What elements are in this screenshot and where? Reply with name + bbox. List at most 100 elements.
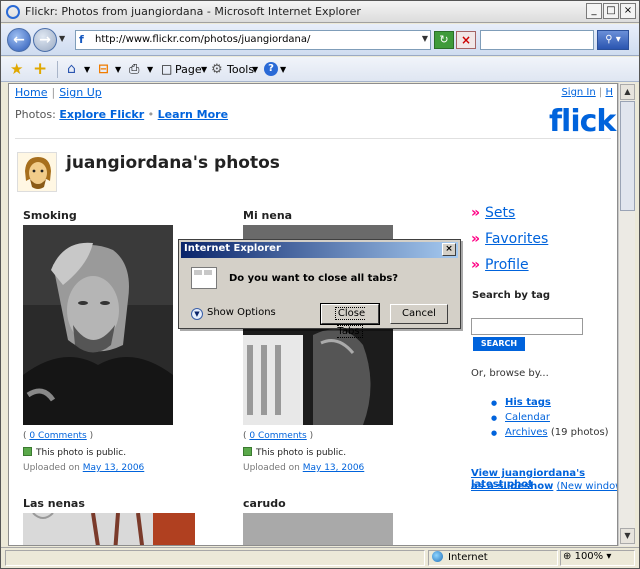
page-title: juangiordana's photos [66,153,280,173]
home-link[interactable]: Home [15,86,47,99]
zoom-level[interactable]: ⊕ 100% ▾ [563,551,611,562]
search-by-tag-label: Search by tag [472,290,551,301]
address-bar[interactable]: f ▼ [75,30,431,50]
help-icon[interactable]: ? [264,62,278,76]
comments-link[interactable]: 0 Comments [249,431,306,441]
signup-link[interactable]: Sign Up [59,86,102,99]
scroll-up-icon[interactable]: ▲ [620,84,635,100]
tools-dropdown-icon[interactable]: ▼ [252,61,258,78]
photo-uploaded: Uploaded on May 13, 2006 [243,463,365,473]
maximize-button[interactable]: □ [603,3,619,19]
print-icon[interactable]: ⎙ [129,61,139,78]
page-menu[interactable]: Page [175,61,202,78]
scroll-thumb[interactable] [620,101,635,211]
photo-comments: ( 0 Comments ) [243,431,314,441]
chevron-down-icon: ▼ [191,308,203,320]
sets-link[interactable]: » Sets [471,205,515,221]
slideshow-link-2[interactable]: as a slideshow [471,481,553,492]
help-link[interactable]: H [605,87,613,98]
search-input[interactable] [480,30,594,50]
security-zone[interactable]: Internet [432,551,488,563]
tag-search-input[interactable] [471,318,583,335]
close-tabs-dialog: Internet Explorer × Do you want to close… [178,239,461,338]
profile-link[interactable]: » Profile [471,257,529,273]
photo-public-status: This photo is public. [23,447,126,458]
title-bar: Flickr: Photos from juangiordana - Micro… [1,1,639,23]
back-button[interactable]: ← [7,28,31,52]
top-nav: Home | Sign Up [15,86,102,99]
scroll-down-icon[interactable]: ▼ [620,528,635,544]
gear-icon: ⚙ [211,62,223,77]
history-dropdown-icon[interactable]: ▼ [59,34,69,46]
photo-uploaded: Uploaded on May 13, 2006 [23,463,145,473]
calendar-link[interactable]: Calendar [505,412,550,423]
tools-menu[interactable]: Tools [227,61,254,78]
his-tags-link[interactable]: His tags [505,397,551,408]
photo-public-status: This photo is public. [243,447,346,458]
slideshow-line2: as a slideshow (New window [471,481,617,492]
photo-carudo[interactable] [243,513,393,545]
dialog-message: Do you want to close all tabs? [229,273,399,284]
explore-flickr-link[interactable]: Explore Flickr [59,108,144,121]
zoom-icon: ⊕ [563,551,572,562]
archives-link[interactable]: Archives [505,427,548,438]
explore-nav: Photos: Explore Flickr • Learn More [15,108,229,121]
status-text-area [5,550,425,566]
photo-title-carudo[interactable]: carudo [243,497,286,510]
photo-title-smoking[interactable]: Smoking [23,209,77,222]
learn-more-link[interactable]: Learn More [158,108,228,121]
close-window-button[interactable]: × [620,3,636,19]
browse-by-label: Or, browse by... [471,368,549,379]
page-dropdown-icon[interactable]: ▼ [201,61,207,78]
forward-button[interactable]: → [33,28,57,52]
home-dropdown-icon[interactable]: ▼ [84,61,90,78]
cancel-button[interactable]: Cancel [390,304,448,324]
help-dropdown-icon[interactable]: ▼ [280,61,286,78]
tag-search-button[interactable]: SEARCH [473,337,525,351]
new-window-link[interactable]: (New window [557,481,617,492]
ie-logo-icon [6,5,20,19]
close-tabs-button[interactable]: Close Tabs [320,303,380,338]
his-tags-item: His tags [491,397,551,410]
archives-item: Archives (19 photos) [491,427,609,440]
status-bar: Internet ⊕ 100% ▾ [1,547,639,568]
photo-title-las-nenas[interactable]: Las nenas [23,497,85,510]
favorites-link[interactable]: » Favorites [471,231,548,247]
flickr-logo[interactable]: flickr [549,104,617,139]
dialog-title-bar: Internet Explorer × [181,242,458,258]
vertical-scrollbar[interactable]: ▲ ▼ [618,83,635,546]
dialog-title: Internet Explorer [184,243,281,254]
feeds-dropdown-icon[interactable]: ▼ [115,61,121,78]
dialog-close-button[interactable]: × [442,243,456,256]
calendar-item: Calendar [491,412,550,425]
photos-label: Photos: [15,108,56,121]
feeds-icon[interactable]: ⊟ [98,61,109,78]
minimize-button[interactable]: _ [586,3,602,19]
page-icon: □ [161,62,173,76]
show-options-toggle[interactable]: ▼ Show Options [191,307,276,320]
address-toolbar: ← → ▼ f ▼ ↻ × ⚲ ▾ [1,24,639,56]
home-icon[interactable]: ⌂ [67,61,76,78]
address-dropdown-icon[interactable]: ▼ [422,34,428,43]
sign-in-link[interactable]: Sign In [561,87,595,98]
flickr-favicon-icon: f [79,33,84,46]
stop-button[interactable]: × [456,31,476,49]
avatar[interactable] [17,152,57,192]
print-dropdown-icon[interactable]: ▼ [147,61,153,78]
photo-las-nenas[interactable] [23,513,195,545]
public-icon [243,447,252,456]
command-bar: ★ + ⌂ ▼ ⊟ ▼ ⎙ ▼ □ Page ▼ ⚙ Tools ▼ ? ▼ [1,57,639,82]
favorites-star-icon[interactable]: ★ [10,61,23,78]
photo-title-mi-nena[interactable]: Mi nena [243,209,292,222]
refresh-button[interactable]: ↻ [434,31,454,49]
add-favorite-icon[interactable]: + [33,61,47,78]
photo-smoking[interactable] [23,225,173,425]
upload-date-link[interactable]: May 13, 2006 [83,463,145,473]
globe-icon [432,551,443,562]
upload-date-link[interactable]: May 13, 2006 [303,463,365,473]
window-title: Flickr: Photos from juangiordana - Micro… [25,5,361,18]
search-button[interactable]: ⚲ ▾ [597,30,629,50]
browser-window: Flickr: Photos from juangiordana - Micro… [0,0,640,569]
comments-link[interactable]: 0 Comments [29,431,86,441]
url-input[interactable] [95,34,405,45]
